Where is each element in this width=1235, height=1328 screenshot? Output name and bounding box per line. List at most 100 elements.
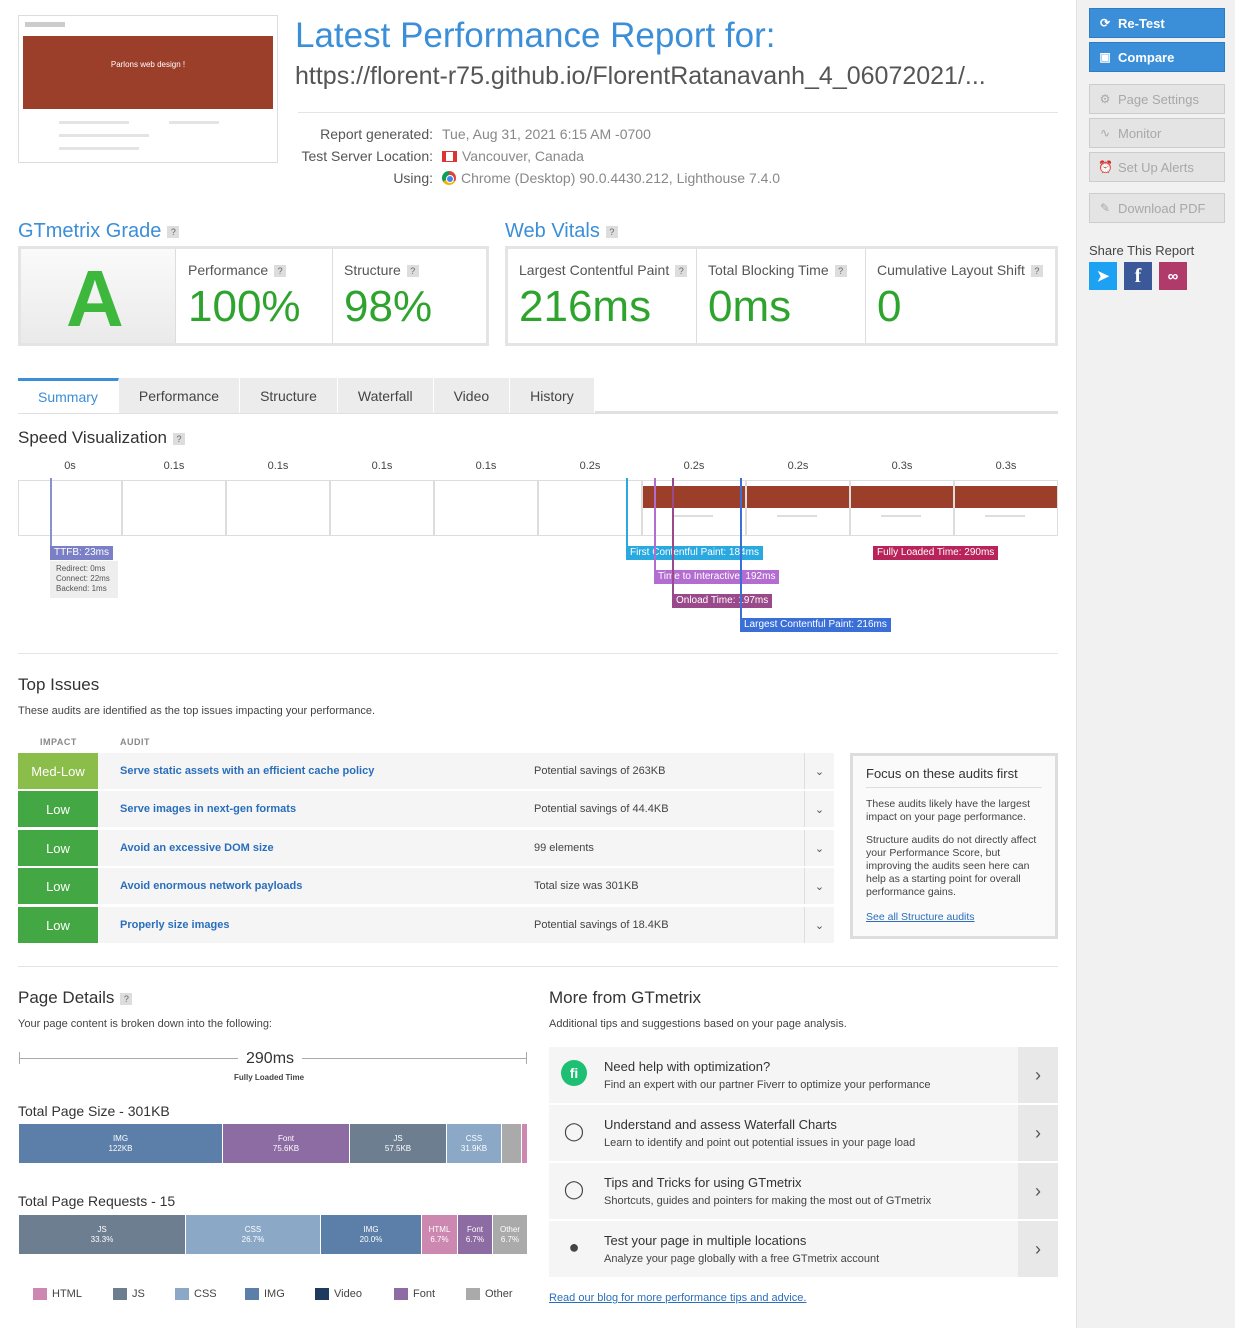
- help-icon[interactable]: ?: [675, 265, 688, 278]
- help-icon[interactable]: ?: [834, 265, 847, 278]
- right-sidebar: ⟳ Re-Test ▣ Compare ⚙ Page Settings ∿ Monito…: [1076, 0, 1235, 1328]
- frame-hero: [747, 486, 849, 508]
- chevron-right-icon[interactable]: ›: [1018, 1221, 1058, 1277]
- help-icon[interactable]: ?: [274, 265, 287, 278]
- filmstrip-frame[interactable]: [226, 480, 330, 536]
- size-segment-css[interactable]: CSS 31.9KB: [447, 1124, 501, 1163]
- help-icon[interactable]: ?: [406, 265, 419, 278]
- compare-button[interactable]: ▣ Compare: [1089, 42, 1225, 72]
- cls-label: Cumulative Layout Shift?: [877, 262, 1043, 278]
- see-structure-audits-link[interactable]: See all Structure audits: [866, 911, 975, 923]
- filmstrip-frame[interactable]: [330, 480, 434, 536]
- tab-history[interactable]: History: [510, 378, 595, 413]
- req-segment-html[interactable]: HTML 6.7%: [422, 1215, 457, 1254]
- speed-visualization-title: Speed Visualization?: [18, 428, 186, 448]
- size-segment-img[interactable]: IMG 122KB: [19, 1124, 222, 1163]
- chevron-right-icon[interactable]: ›: [1018, 1047, 1058, 1103]
- chevron-right-icon[interactable]: ›: [1018, 1105, 1058, 1161]
- req-segment-js[interactable]: JS 33.3%: [19, 1215, 185, 1254]
- monitor-button[interactable]: ∿ Monitor: [1089, 118, 1225, 148]
- chevron-down-icon[interactable]: ⌄: [804, 830, 834, 866]
- impact-badge: Low: [18, 868, 98, 904]
- req-segment-other[interactable]: Other 6.7%: [493, 1215, 527, 1254]
- filmstrip-frame[interactable]: [642, 480, 746, 536]
- issue-row[interactable]: Low Avoid an excessive DOM size 99 eleme…: [18, 830, 834, 866]
- size-segment-html[interactable]: [522, 1124, 527, 1163]
- issue-row[interactable]: Low Properly size images Potential savin…: [18, 907, 834, 943]
- chevron-down-icon[interactable]: ⌄: [804, 791, 834, 827]
- speed-title-text: Speed Visualization: [18, 428, 168, 447]
- legend-other: Other: [466, 1288, 513, 1300]
- page-details-subtitle: Your page content is broken down into th…: [18, 1018, 272, 1030]
- ttfb-redirect: Redirect: 0ms: [56, 564, 106, 573]
- ttfb-marker: TTFB: 23ms: [50, 546, 114, 560]
- filmstrip-frame[interactable]: [122, 480, 226, 536]
- report-tabs: Summary Performance Structure Waterfall …: [18, 378, 595, 413]
- audit-name[interactable]: Serve static assets with an efficient ca…: [120, 765, 374, 777]
- retest-button[interactable]: ⟳ Re-Test: [1089, 8, 1225, 38]
- chevron-down-icon[interactable]: ⌄: [804, 868, 834, 904]
- chrome-icon: [442, 171, 456, 185]
- download-pdf-button[interactable]: ✎ Download PDF: [1089, 193, 1225, 223]
- issue-row[interactable]: Low Serve images in next-gen formats Pot…: [18, 791, 834, 827]
- segment-name: CSS: [244, 1225, 262, 1234]
- facebook-icon[interactable]: f: [1124, 262, 1152, 290]
- blog-link[interactable]: Read our blog for more performance tips …: [549, 1292, 806, 1304]
- segment-value: 57.5KB: [384, 1144, 412, 1153]
- page-settings-button[interactable]: ⚙ Page Settings: [1089, 84, 1225, 114]
- cls-label-text: Cumulative Layout Shift: [877, 262, 1025, 278]
- chevron-down-icon[interactable]: ⌄: [804, 753, 834, 789]
- audit-name[interactable]: Serve images in next-gen formats: [120, 803, 296, 815]
- more-row[interactable]: fi Need help with optimization? Find an …: [549, 1047, 1058, 1103]
- meta-label-generated: Report generated:: [320, 126, 433, 142]
- audit-savings: Potential savings of 44.4KB: [534, 803, 669, 815]
- timeline-axis-end: [526, 1052, 527, 1064]
- filmstrip-frame[interactable]: [18, 480, 122, 536]
- page-thumbnail[interactable]: Parlons web design !: [18, 15, 278, 163]
- size-segment-font[interactable]: Font 75.6KB: [223, 1124, 349, 1163]
- share-title: Share This Report: [1089, 243, 1195, 258]
- twitter-icon[interactable]: ➤: [1089, 262, 1117, 290]
- more-row[interactable]: ◯ Tips and Tricks for using GTmetrix Sho…: [549, 1163, 1058, 1219]
- req-segment-img[interactable]: IMG 20.0%: [321, 1215, 421, 1254]
- lcp-label: Largest Contentful Paint?: [519, 262, 688, 278]
- set-up-alerts-button[interactable]: ⏰ Set Up Alerts: [1089, 152, 1225, 182]
- audit-name[interactable]: Avoid an excessive DOM size: [120, 842, 274, 854]
- tab-performance[interactable]: Performance: [118, 378, 241, 413]
- more-row-desc: Find an expert with our partner Fiverr t…: [604, 1079, 931, 1091]
- chevron-down-icon[interactable]: ⌄: [804, 907, 834, 943]
- tab-summary[interactable]: Summary: [18, 378, 119, 413]
- more-row[interactable]: ◯ Understand and assess Waterfall Charts…: [549, 1105, 1058, 1161]
- chevron-right-icon[interactable]: ›: [1018, 1163, 1058, 1219]
- page-details-title-text: Page Details: [18, 988, 115, 1007]
- timeline-tick: 0.1s: [371, 460, 393, 472]
- legend-font: Font: [394, 1288, 435, 1300]
- req-segment-css[interactable]: CSS 26.7%: [186, 1215, 320, 1254]
- issue-row[interactable]: Med-Low Serve static assets with an effi…: [18, 753, 834, 789]
- meta-value-generated: Tue, Aug 31, 2021 6:15 AM -0700: [442, 126, 651, 142]
- filmstrip-frame[interactable]: [746, 480, 850, 536]
- tab-video[interactable]: Video: [433, 378, 511, 413]
- link-icon[interactable]: ∞: [1159, 262, 1187, 290]
- help-icon[interactable]: ?: [605, 225, 618, 238]
- audit-name[interactable]: Properly size images: [120, 919, 229, 931]
- meta-generated-text: Tue, Aug 31, 2021 6:15 AM -0700: [442, 126, 651, 142]
- more-row-desc: Learn to identify and point out potentia…: [604, 1137, 916, 1149]
- filmstrip-frame[interactable]: [954, 480, 1058, 536]
- more-row[interactable]: ● Test your page in multiple locations A…: [549, 1221, 1058, 1277]
- help-icon[interactable]: ?: [120, 992, 133, 1005]
- audit-name[interactable]: Avoid enormous network payloads: [120, 880, 302, 892]
- filmstrip-frame[interactable]: [434, 480, 538, 536]
- help-icon[interactable]: ?: [173, 432, 186, 445]
- help-icon[interactable]: ?: [1030, 265, 1043, 278]
- help-icon[interactable]: ?: [167, 225, 180, 238]
- lcp-label-text: Largest Contentful Paint: [519, 262, 670, 278]
- size-segment-other[interactable]: [502, 1124, 521, 1163]
- page-size-title: Total Page Size - 301KB: [18, 1103, 170, 1119]
- issue-row[interactable]: Low Avoid enormous network payloads Tota…: [18, 868, 834, 904]
- tab-structure[interactable]: Structure: [240, 378, 338, 413]
- filmstrip-frame[interactable]: [850, 480, 954, 536]
- req-segment-font[interactable]: Font 6.7%: [458, 1215, 492, 1254]
- size-segment-js[interactable]: JS 57.5KB: [350, 1124, 446, 1163]
- tab-waterfall[interactable]: Waterfall: [337, 378, 434, 413]
